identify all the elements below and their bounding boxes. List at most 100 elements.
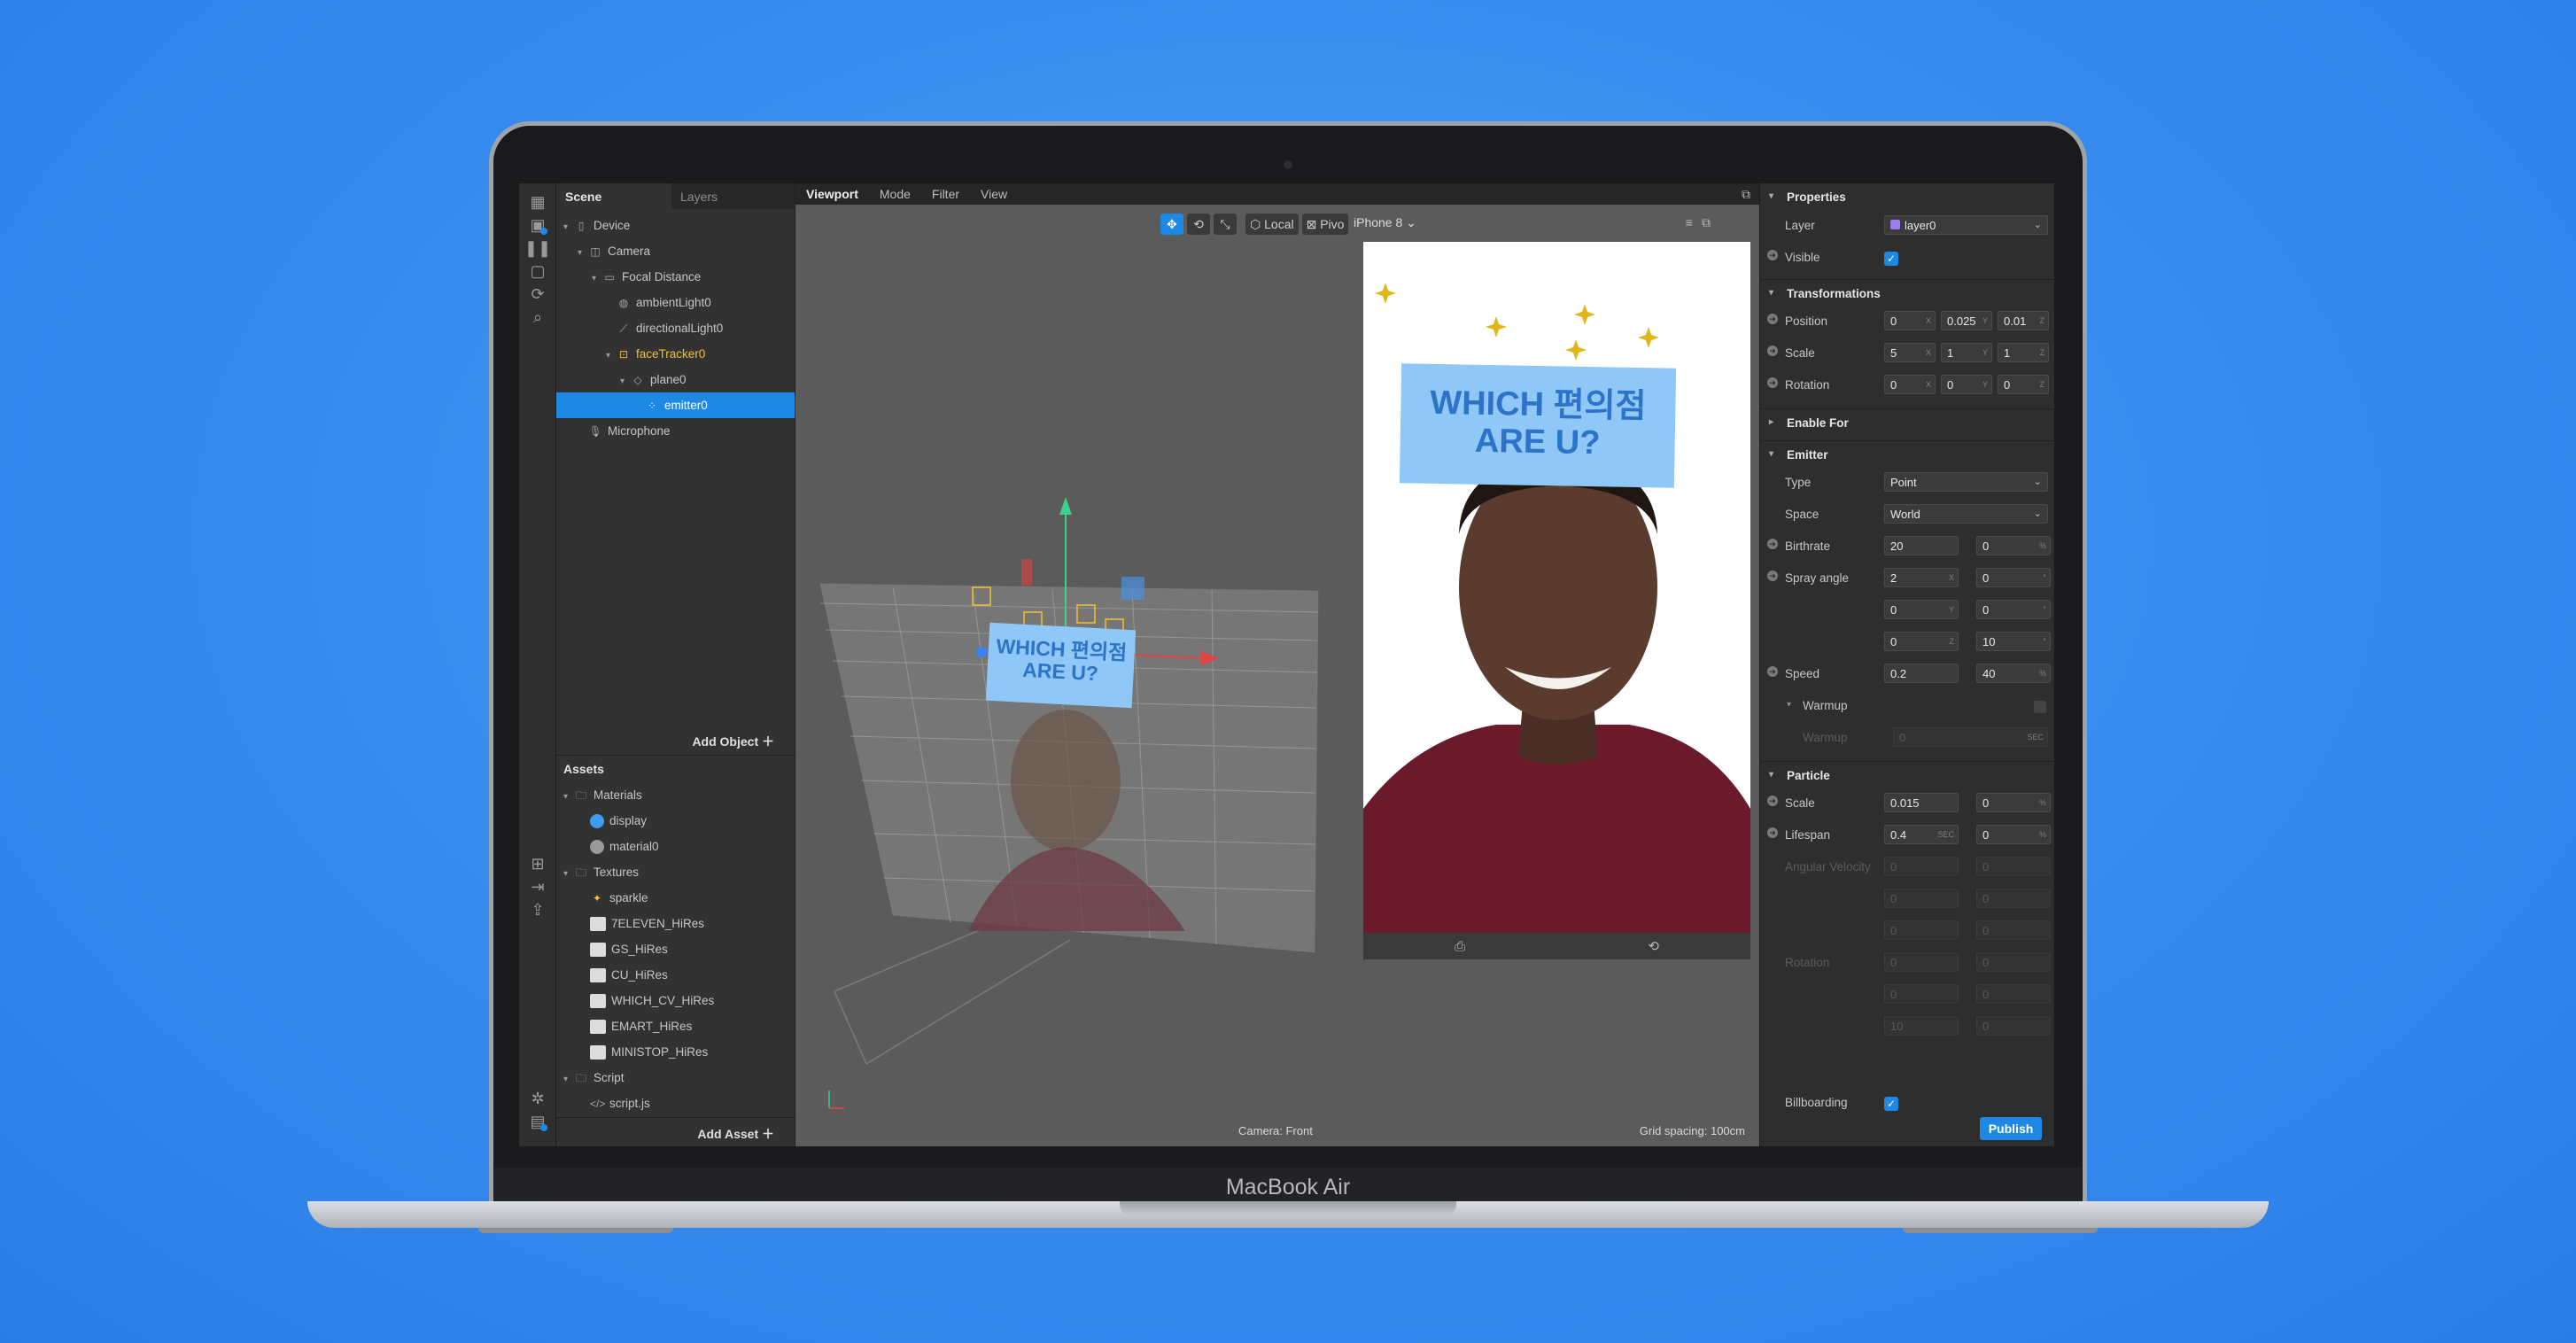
keyframe-arrow-icon[interactable]: ➜ [1767, 666, 1778, 677]
expand-caret-icon[interactable]: ▾ [620, 369, 631, 394]
tab-filter[interactable]: Filter [921, 187, 970, 201]
tab-mode[interactable]: Mode [869, 187, 921, 201]
type-select[interactable]: Point ⌄ [1884, 472, 2048, 492]
lifespan-value[interactable]: 0.4 SEC [1884, 825, 1959, 844]
device-simulator[interactable]: WHICH 편의점 ARE U? [1363, 242, 1750, 933]
expand-caret-icon[interactable]: ▾ [563, 861, 574, 887]
rot-y[interactable]: 0 [1884, 984, 1959, 1004]
sim-popout-icon[interactable]: ⧉ [1702, 215, 1711, 229]
scene-item-directionallight0[interactable]: ⟋ directionalLight0 [556, 315, 795, 341]
asset-item-material0[interactable]: material0 [556, 834, 795, 859]
add-folder-icon[interactable]: ⊞ [526, 852, 549, 875]
scene-item-ambientlight0[interactable]: ◍ ambientLight0 [556, 290, 795, 315]
space-select[interactable]: World ⌄ [1884, 504, 2048, 524]
spray-x-var[interactable]: 0 ° [1976, 568, 2051, 587]
import-icon[interactable]: ⇥ [526, 875, 549, 898]
refresh-icon[interactable]: ⟳ [526, 283, 549, 306]
popout-icon[interactable]: ⧉ [1742, 187, 1750, 202]
scene-item-emitter0[interactable]: ⁘ emitter0 [556, 392, 795, 418]
position-x[interactable]: 0X [1884, 311, 1936, 330]
scale-x[interactable]: 5X [1884, 343, 1936, 362]
rot-z[interactable]: 10 [1884, 1016, 1959, 1036]
billboarding-checkbox[interactable]: ✓ [1884, 1097, 1898, 1111]
keyframe-arrow-icon[interactable]: ➜ [1767, 314, 1778, 324]
asset-item-script[interactable]: ▾ 🗀 Script [556, 1065, 795, 1091]
particle-scale[interactable]: 0.015 [1884, 793, 1959, 812]
publish-button[interactable]: Publish [1980, 1117, 2042, 1140]
keyframe-arrow-icon[interactable]: ➜ [1767, 539, 1778, 549]
asset-item-gs-hires[interactable]: GS_HiRes [556, 936, 795, 962]
rotate-device-icon[interactable]: ⟲ [1648, 938, 1659, 954]
birthrate-variance[interactable]: 0% [1976, 536, 2051, 555]
angular-y-var[interactable]: 0 [1976, 889, 2051, 908]
spray-x[interactable]: 2X [1884, 568, 1959, 587]
expand-caret-icon[interactable]: ▾ [578, 240, 588, 266]
tab-layers[interactable]: Layers [671, 183, 726, 209]
scene-item-plane0[interactable]: ▾ ◇ plane0 [556, 367, 795, 392]
speed-value[interactable]: 0.2 [1884, 664, 1959, 683]
scene-item-microphone[interactable]: 🎙 Microphone [556, 418, 795, 444]
properties-header[interactable]: ▾ Properties [1760, 183, 2054, 210]
asset-item-sparkle[interactable]: ✦ sparkle [556, 885, 795, 911]
particle-scale-var[interactable]: 0% [1976, 793, 2051, 812]
rotation-z[interactable]: 0Z [1998, 375, 2049, 394]
asset-item-cu-hires[interactable]: CU_HiRes [556, 962, 795, 988]
rotation-x[interactable]: 0X [1884, 375, 1936, 394]
enable-for-header[interactable]: ▸ Enable For [1760, 408, 2054, 435]
keyframe-arrow-icon[interactable]: ➜ [1767, 571, 1778, 581]
position-z[interactable]: 0.01 Z [1998, 311, 2049, 330]
layer-select[interactable]: layer0 ⌄ [1884, 215, 2048, 235]
keyframe-arrow-icon[interactable]: ➜ [1767, 377, 1778, 388]
scale-z[interactable]: 1Z [1998, 343, 2049, 362]
angular-y[interactable]: 0 [1884, 889, 1959, 908]
rotation-y[interactable]: 0Y [1941, 375, 1992, 394]
asset-item-script-js[interactable]: </> script.js [556, 1091, 795, 1116]
rot-z-var[interactable]: 0 [1976, 1016, 2051, 1036]
scene-item-facetracker0[interactable]: ▾ ⊡ faceTracker0 [556, 341, 795, 367]
angular-x-var[interactable]: 0 [1976, 857, 2051, 876]
angular-x[interactable]: 0 [1884, 857, 1959, 876]
asset-item-which-cv-hires[interactable]: WHICH_CV_HiRes [556, 988, 795, 1013]
emitter-header[interactable]: ▾ Emitter [1760, 440, 2054, 467]
spray-z[interactable]: 0Z [1884, 632, 1959, 651]
keyframe-arrow-icon[interactable]: ➜ [1767, 796, 1778, 806]
pause-icon[interactable]: ❚❚ [524, 237, 551, 260]
debug-icon[interactable]: ✲ [526, 1087, 549, 1110]
video-capture-icon[interactable]: ▣ [526, 213, 549, 237]
viewport[interactable]: Viewport Mode Filter View ⧉ ✥ ⟲ ⤡ ⬡ Loca… [795, 183, 1759, 1146]
device-select[interactable]: iPhone 8 ⌄ ≡ ⧉ [1354, 215, 1711, 230]
visible-checkbox[interactable]: ✓ [1884, 252, 1898, 266]
lifespan-var[interactable]: 0% [1976, 825, 2051, 844]
warmup-checkbox[interactable] [2034, 701, 2046, 713]
keyframe-arrow-icon[interactable]: ➜ [1767, 827, 1778, 838]
asset-item-materials[interactable]: ▾ 🗀 Materials [556, 782, 795, 808]
position-y[interactable]: 0.025 Y [1941, 311, 1992, 330]
scene-item-camera[interactable]: ▾ ◫ Camera [556, 238, 795, 264]
spray-z-var[interactable]: 10 ° [1976, 632, 2051, 651]
keyframe-arrow-icon[interactable]: ➜ [1767, 345, 1778, 356]
asset-item-emart-hires[interactable]: EMART_HiRes [556, 1013, 795, 1039]
spray-y[interactable]: 0Y [1884, 600, 1959, 619]
expand-caret-icon[interactable]: ▾ [606, 343, 617, 369]
add-asset-button[interactable]: Add Asset ＋ [556, 1117, 795, 1144]
menu-icon[interactable]: ≡ [1686, 215, 1693, 229]
warmup-value[interactable]: 0 SEC [1893, 727, 2048, 747]
tab-scene[interactable]: Scene [556, 183, 671, 209]
angular-z[interactable]: 0 [1884, 920, 1959, 940]
scene-item-focal distance[interactable]: ▾ ▭ Focal Distance [556, 264, 795, 290]
search-icon[interactable]: ⌕ [526, 306, 549, 329]
capture-icon[interactable]: ⎙ [1455, 939, 1465, 954]
expand-caret-icon[interactable]: ▾ [592, 266, 602, 291]
asset-item-display[interactable]: display [556, 808, 795, 834]
expand-caret-icon[interactable]: ▾ [563, 784, 574, 810]
rot-x[interactable]: 0 [1884, 952, 1959, 972]
add-object-button[interactable]: Add Object ＋ [556, 726, 795, 752]
scale-y[interactable]: 1Y [1941, 343, 1992, 362]
rot-x-var[interactable]: 0 [1976, 952, 2051, 972]
notification-icon[interactable]: ▤ [526, 1110, 549, 1133]
transformations-header[interactable]: ▾ Transformations [1760, 279, 2054, 306]
rot-y-var[interactable]: 0 [1976, 984, 2051, 1004]
speed-variance[interactable]: 40% [1976, 664, 2051, 683]
particle-header[interactable]: ▾ Particle [1760, 761, 2054, 788]
expand-caret-icon[interactable]: ▾ [563, 214, 574, 240]
